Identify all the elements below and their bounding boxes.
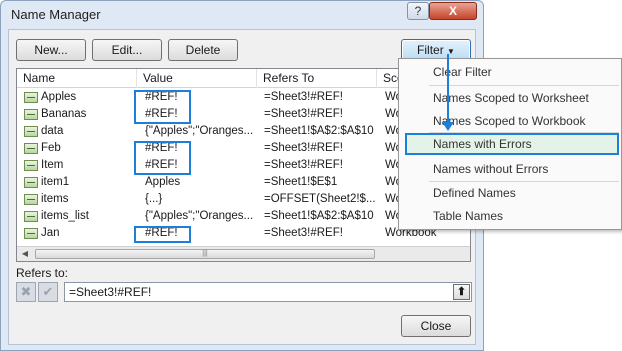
refers-to-cell: =Sheet1!$E$1 [264,176,338,188]
cancel-edit-icon[interactable]: ✖ [16,282,36,302]
scroll-left-icon[interactable]: ◀ [17,247,33,261]
name-tag-icon [24,228,38,239]
edit-button[interactable]: Edit... [92,39,162,61]
refers-to-cell: =OFFSET(Sheet2!$... [264,193,376,205]
name-tag-icon [24,211,38,222]
error-highlight-box [134,141,191,175]
delete-button[interactable]: Delete [168,39,238,61]
name-tag-icon [24,194,38,205]
error-highlight-box [134,226,191,243]
grip-icon: ||| [202,250,208,257]
menu-item-names-with-errors[interactable]: Names with Errors [405,133,619,155]
name-tag-icon [24,126,38,137]
edit-button-label: Edit... [111,43,143,57]
name-cell: Feb [41,142,61,154]
horizontal-scrollbar[interactable]: ◀ ||| [17,246,470,261]
refers-to-value: =Sheet3!#REF! [69,285,152,299]
name-cell: items [41,193,69,205]
value-cell: Apples [145,176,181,188]
delete-button-label: Delete [185,43,221,57]
menu-separator [429,85,619,86]
callout-arrow [447,54,449,128]
help-button[interactable]: ? [407,2,429,20]
menu-item-scoped-to-worksheet[interactable]: Names Scoped to Worksheet [400,87,620,109]
column-header-name[interactable]: Name [17,69,137,88]
new-button-label: New... [34,43,68,57]
callout-arrowhead [442,122,454,131]
value-cell: {"Apples";"Oranges... [145,210,254,222]
name-tag-icon [24,177,38,188]
scrollbar-thumb[interactable]: ||| [35,249,375,259]
error-highlight-box [134,90,191,124]
title-bar: Name Manager ? X [1,1,483,29]
new-button[interactable]: New... [16,39,86,61]
menu-item-names-without-errors[interactable]: Names without Errors [400,158,620,180]
refers-to-cell: =Sheet3!#REF! [264,142,343,154]
refers-to-cell: =Sheet3!#REF! [264,227,343,239]
name-tag-icon [24,109,38,120]
refers-to-cell: =Sheet1!$A$2:$A$10 [264,125,374,137]
value-cell: {...} [145,193,163,205]
name-cell: item1 [41,176,70,188]
refers-to-cell: =Sheet3!#REF! [264,108,343,120]
filter-button-label: Filter [417,43,444,57]
name-cell: Jan [41,227,60,239]
name-cell: Apples [41,91,77,103]
dialog-title: Name Manager [11,7,101,22]
filter-dropdown-menu: Clear Filter Names Scoped to Worksheet N… [398,58,622,230]
name-tag-icon [24,160,38,171]
value-cell: {"Apples";"Oranges... [145,125,254,137]
name-cell: Bananas [41,108,87,120]
refers-to-cell: =Sheet1!$A$2:$A$10 [264,210,374,222]
commit-edit-icon[interactable]: ✔ [38,282,58,302]
close-button[interactable]: Close [401,315,471,337]
menu-item-defined-names[interactable]: Defined Names [400,182,620,204]
collapse-dialog-icon[interactable]: ⬆ [453,284,470,300]
column-header-value[interactable]: Value [137,69,257,88]
column-header-refers-to[interactable]: Refers To [257,69,377,88]
name-tag-icon [24,92,38,103]
name-cell: Item [41,159,64,171]
name-cell: data [41,125,64,137]
menu-item-scoped-to-workbook[interactable]: Names Scoped to Workbook [400,110,620,132]
refers-to-cell: =Sheet3!#REF! [264,159,343,171]
refers-to-cell: =Sheet3!#REF! [264,91,343,103]
refers-to-label: Refers to: [16,266,69,280]
name-tag-icon [24,143,38,154]
window-close-button[interactable]: X [429,2,477,20]
refers-to-input[interactable]: =Sheet3!#REF! ⬆ [64,282,472,302]
menu-item-table-names[interactable]: Table Names [400,205,620,227]
name-cell: items_list [41,210,89,222]
menu-item-clear-filter[interactable]: Clear Filter [400,61,620,83]
